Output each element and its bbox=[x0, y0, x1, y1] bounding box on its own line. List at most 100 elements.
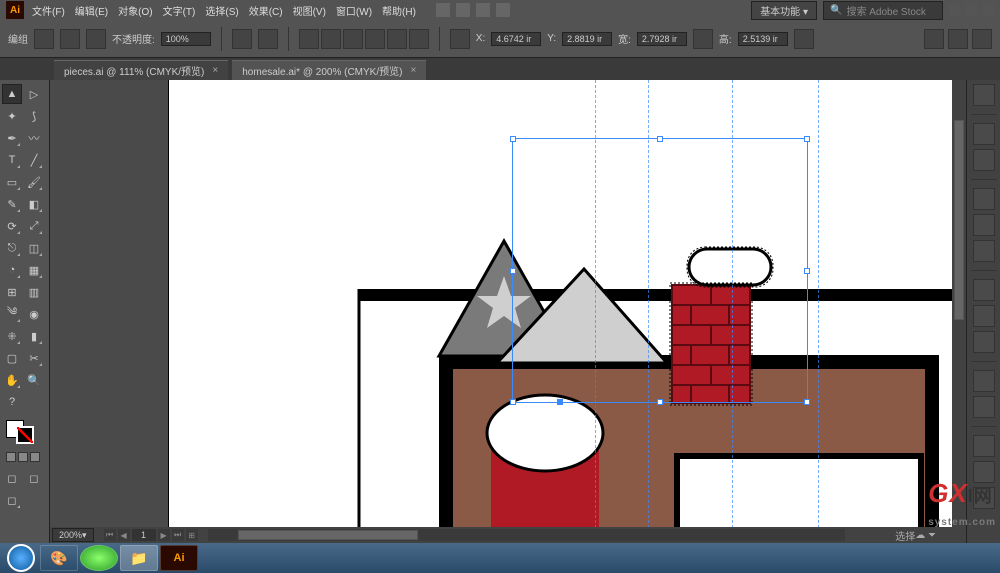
shaper-tool[interactable]: ✎ bbox=[2, 194, 22, 214]
panel-menu-icon[interactable] bbox=[972, 29, 992, 49]
transform-icon[interactable] bbox=[450, 29, 470, 49]
scrollbar-thumb[interactable] bbox=[238, 530, 418, 540]
sync-status-icon[interactable]: ☁ ⏷ bbox=[915, 530, 936, 541]
taskbar-illustrator[interactable]: Ai bbox=[160, 545, 198, 571]
opacity-input[interactable] bbox=[161, 32, 211, 46]
color-panel-icon[interactable] bbox=[973, 123, 995, 145]
stroke-swatch[interactable] bbox=[16, 426, 34, 444]
menu-select[interactable]: 选择(S) bbox=[205, 3, 238, 18]
draw-normal[interactable]: ◻ bbox=[2, 468, 22, 488]
align-middle-icon[interactable] bbox=[387, 29, 407, 49]
menu-edit[interactable]: 编辑(E) bbox=[75, 3, 108, 18]
lasso-tool[interactable]: ⟆ bbox=[24, 106, 44, 126]
guide-vertical[interactable] bbox=[818, 80, 819, 543]
menu-object[interactable]: 对象(O) bbox=[118, 3, 152, 18]
tab-pieces[interactable]: pieces.ai @ 111% (CMYK/预览) × bbox=[54, 60, 228, 80]
graphic-styles-panel-icon[interactable] bbox=[973, 396, 995, 418]
prev-artboard-icon[interactable]: ◀ bbox=[118, 529, 130, 541]
brushes-panel-icon[interactable] bbox=[973, 214, 995, 236]
tab-close-icon[interactable]: × bbox=[212, 65, 218, 76]
curvature-tool[interactable]: 〰 bbox=[24, 128, 44, 148]
properties-panel-icon[interactable] bbox=[973, 84, 995, 106]
artboard-nav-icon[interactable]: ⊞ bbox=[186, 529, 198, 541]
draw-behind[interactable]: ◻ bbox=[24, 468, 44, 488]
minimize-button[interactable] bbox=[949, 5, 960, 16]
type-tool[interactable]: T bbox=[2, 150, 22, 170]
swatches-panel-icon[interactable] bbox=[973, 188, 995, 210]
next-artboard-icon[interactable]: ▶ bbox=[158, 529, 170, 541]
direct-selection-tool[interactable]: ▷ bbox=[24, 84, 44, 104]
fill-swatch-ctrl[interactable] bbox=[34, 29, 54, 49]
bbox-handle-e[interactable] bbox=[804, 268, 810, 274]
shape-props-icon[interactable] bbox=[794, 29, 814, 49]
align-top-icon[interactable] bbox=[365, 29, 385, 49]
shape-builder-tool[interactable]: ◔ bbox=[2, 260, 22, 280]
recolor-art-icon[interactable] bbox=[258, 29, 278, 49]
zoom-tool[interactable]: 🔍 bbox=[24, 370, 44, 390]
menu-window[interactable]: 窗口(W) bbox=[336, 3, 372, 18]
scrollbar-thumb[interactable] bbox=[954, 120, 964, 320]
align-left-icon[interactable] bbox=[299, 29, 319, 49]
taskbar-paint[interactable]: 🎨 bbox=[40, 545, 78, 571]
transparency-panel-icon[interactable] bbox=[973, 331, 995, 353]
screen-mode[interactable]: ◻ bbox=[2, 490, 22, 510]
paintbrush-tool[interactable]: 🖌 bbox=[24, 172, 44, 192]
gradient-tool[interactable]: ▥ bbox=[24, 282, 44, 302]
recolor-icon[interactable] bbox=[86, 29, 106, 49]
eyedropper-tool[interactable]: ༄ bbox=[2, 304, 22, 324]
tab-homesale[interactable]: homesale.ai* @ 200% (CMYK/预览) × bbox=[232, 60, 426, 80]
align-bottom-icon[interactable] bbox=[409, 29, 429, 49]
stroke-panel-icon[interactable] bbox=[973, 279, 995, 301]
magic-wand-tool[interactable]: ✦ bbox=[2, 106, 22, 126]
y-input[interactable] bbox=[562, 32, 612, 46]
menu-file[interactable]: 文件(F) bbox=[32, 3, 65, 18]
gradient-mode[interactable] bbox=[18, 452, 28, 462]
start-button[interactable] bbox=[4, 543, 38, 573]
eraser-tool[interactable]: ◧ bbox=[24, 194, 44, 214]
blend-tool[interactable]: ◉ bbox=[24, 304, 44, 324]
slice-tool[interactable]: ✂ bbox=[24, 348, 44, 368]
bbox-handle-nw[interactable] bbox=[510, 136, 516, 142]
search-stock[interactable]: 🔍搜索 Adobe Stock bbox=[823, 1, 943, 20]
artboard-number[interactable]: 1 bbox=[132, 529, 156, 541]
workspace-switcher[interactable]: 基本功能 ▾ bbox=[751, 1, 817, 20]
pen-tool[interactable]: ✒ bbox=[2, 128, 22, 148]
bbox-handle-sw[interactable] bbox=[510, 399, 516, 405]
sync-icon[interactable] bbox=[496, 3, 510, 17]
menu-help[interactable]: 帮助(H) bbox=[382, 3, 416, 18]
symbols-panel-icon[interactable] bbox=[973, 240, 995, 262]
x-input[interactable] bbox=[491, 32, 541, 46]
link-wh-icon[interactable] bbox=[693, 29, 713, 49]
layers-panel-icon[interactable] bbox=[973, 435, 995, 457]
toggle-fill-stroke[interactable]: ? bbox=[2, 392, 22, 412]
line-tool[interactable]: ╱ bbox=[24, 150, 44, 170]
arrange-icon[interactable] bbox=[476, 3, 490, 17]
align-center-icon[interactable] bbox=[321, 29, 341, 49]
bbox-handle-n[interactable] bbox=[657, 136, 663, 142]
gradient-panel-icon[interactable] bbox=[973, 305, 995, 327]
color-mode[interactable] bbox=[6, 452, 16, 462]
h-input[interactable] bbox=[738, 32, 788, 46]
bbox-handle-s[interactable] bbox=[657, 399, 663, 405]
menu-view[interactable]: 视图(V) bbox=[293, 3, 326, 18]
stroke-swatch-ctrl[interactable] bbox=[60, 29, 80, 49]
style-icon[interactable] bbox=[232, 29, 252, 49]
bridge-icon[interactable] bbox=[436, 3, 450, 17]
free-transform-tool[interactable]: ◫ bbox=[24, 238, 44, 258]
align-right-icon[interactable] bbox=[343, 29, 363, 49]
scrollbar-horizontal[interactable] bbox=[208, 529, 846, 541]
width-tool[interactable]: ⎋ bbox=[2, 238, 22, 258]
selection-bbox[interactable] bbox=[512, 138, 808, 403]
symbol-sprayer-tool[interactable]: ⁜ bbox=[2, 326, 22, 346]
last-artboard-icon[interactable]: ⏭ bbox=[172, 529, 184, 541]
preferences-icon[interactable] bbox=[948, 29, 968, 49]
scale-tool[interactable]: ⤢ bbox=[24, 216, 44, 236]
perspective-grid-tool[interactable]: ▦ bbox=[24, 260, 44, 280]
zoom-dropdown[interactable]: 200% ▾ bbox=[52, 528, 94, 542]
taskbar-browser[interactable] bbox=[80, 545, 118, 571]
stock-icon[interactable] bbox=[456, 3, 470, 17]
canvas-area[interactable]: 200% ▾ ⏮ ◀ 1 ▶ ⏭ ⊞ 选择 ☁ ⏷ bbox=[50, 80, 966, 543]
maximize-button[interactable] bbox=[966, 5, 977, 16]
bbox-handle-se[interactable] bbox=[804, 399, 810, 405]
rotate-tool[interactable]: ⟳ bbox=[2, 216, 22, 236]
